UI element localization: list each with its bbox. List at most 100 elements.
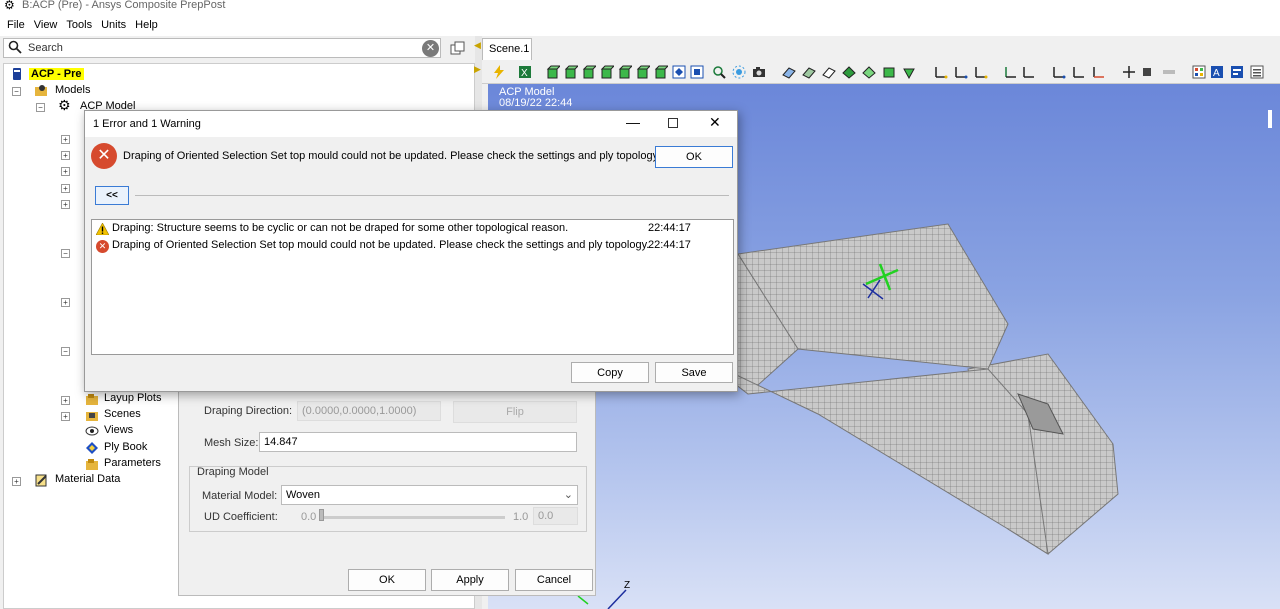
lightning-icon[interactable] [492,65,506,79]
menu-view[interactable]: View [31,16,64,36]
solid-display-icon[interactable] [882,65,896,79]
tree-scenes[interactable]: Scenes [104,408,141,420]
direction-icon[interactable] [1052,65,1066,79]
zoom-icon[interactable] [712,65,726,79]
collapse-node-icon[interactable]: − [61,249,70,258]
collapse-details-button[interactable]: << [95,186,129,205]
collapse-node-icon[interactable]: − [61,347,70,356]
fit-view-icon[interactable] [672,65,686,79]
axis-xy-icon[interactable] [934,65,948,79]
light-icon[interactable] [732,65,746,79]
zoom-box-icon[interactable] [690,65,704,79]
tree-ply-book[interactable]: Ply Book [104,441,147,453]
draping-direction-field: (0.0000,0.0000,1.0000) [297,401,441,421]
tree-layup-plots[interactable]: Layup Plots [104,392,161,404]
mesh-size-label: Mesh Size: [204,437,259,449]
material-model-select[interactable]: Woven ⌄ [281,485,578,505]
list-view-icon[interactable] [1250,65,1264,79]
expand-node-icon[interactable]: + [61,151,70,160]
rosette-icon[interactable] [1004,65,1018,79]
error-small-icon: ✕ [96,240,109,253]
normal-direction-icon[interactable] [1092,65,1106,79]
splitter-arrow-icon[interactable]: ▶ [474,64,481,75]
ud-coefficient-field: 0.0 [533,507,578,525]
log-row-warning[interactable]: Draping: Structure seems to be cyclic or… [96,222,726,238]
menu-file[interactable]: File [4,16,31,36]
view-front-icon[interactable] [564,65,578,79]
minimize-icon[interactable]: — [626,114,640,130]
camera-icon[interactable] [752,65,766,79]
menu-units[interactable]: Units [98,16,132,36]
props-apply-button[interactable]: Apply [431,569,509,591]
mesh-size-input[interactable]: 14.847 [259,432,577,452]
tree-parameters[interactable]: Parameters [104,457,161,469]
ud-coefficient-slider[interactable] [319,516,505,519]
fiber-display-icon[interactable] [902,65,916,79]
dialog-ok-button[interactable]: OK [655,146,733,168]
surface-display-icon[interactable] [802,65,816,79]
triad-icon[interactable] [1122,65,1136,79]
expand-scenes-icon[interactable]: + [61,412,70,421]
excel-export-icon[interactable]: X [518,65,532,79]
collapse-acp-model-icon[interactable]: − [36,103,45,112]
view-back-icon[interactable] [582,65,596,79]
expand-layup-plots-icon[interactable]: + [61,396,70,405]
props-cancel-button[interactable]: Cancel [515,569,593,591]
shaded-icon[interactable] [842,65,856,79]
expand-node-icon[interactable]: + [61,200,70,209]
save-button[interactable]: Save [655,362,733,383]
rosette-alt-icon[interactable] [1022,65,1036,79]
menu-tools[interactable]: Tools [63,16,98,36]
mesh-display-icon[interactable] [782,65,796,79]
chip-icon[interactable] [1140,65,1154,79]
view-left-icon[interactable] [600,65,614,79]
search-icon [8,40,22,54]
tab-scene-1[interactable]: Scene.1 [482,38,532,60]
axis-xz-icon[interactable] [954,65,968,79]
tree-views[interactable]: Views [104,424,133,436]
expand-node-icon[interactable]: + [61,184,70,193]
tree-root-acp-pre[interactable]: ACP - Pre [29,68,84,80]
parameters-folder-icon [86,459,98,470]
log-error-text: Draping of Oriented Selection Set top mo… [112,239,650,251]
props-ok-button[interactable]: OK [348,569,426,591]
float-window-icon[interactable] [450,40,466,56]
expand-material-data-icon[interactable]: + [12,477,21,486]
ud-slider-handle[interactable] [319,509,324,521]
info-panel-icon[interactable] [1230,65,1244,79]
view-top-icon[interactable] [636,65,650,79]
axis-yz-icon[interactable] [974,65,988,79]
menu-help[interactable]: Help [132,16,164,36]
clear-search-icon[interactable]: ✕ [422,40,439,57]
dialog-divider [135,195,729,196]
maximize-icon[interactable] [668,118,678,128]
expand-node-icon[interactable]: + [61,298,70,307]
view-bottom-icon[interactable] [654,65,668,79]
grid-icon[interactable] [1162,65,1176,79]
expand-node-icon[interactable]: + [61,135,70,144]
window-title: B:ACP (Pre) - Ansys Composite PrepPost [22,0,226,11]
wireframe-icon[interactable] [822,65,836,79]
close-icon[interactable]: ✕ [709,114,721,131]
tree-material-data[interactable]: Material Data [55,473,120,485]
ud-coefficient-label: UD Coefficient: [204,511,278,523]
collapse-models-icon[interactable]: − [12,87,21,96]
material-model-label: Material Model: [202,490,278,502]
view-iso-icon[interactable] [546,65,560,79]
search-input[interactable]: Search ✕ [3,38,441,58]
tree-models[interactable]: Models [55,84,90,96]
ply-display-icon[interactable] [862,65,876,79]
svg-text:X: X [521,68,528,79]
views-eye-icon [85,426,99,436]
draping-model-group-title: Draping Model [197,466,269,478]
annotation-icon[interactable]: A [1210,65,1224,79]
expand-node-icon[interactable]: + [61,167,70,176]
log-warning-text: Draping: Structure seems to be cyclic or… [112,222,569,234]
copy-button[interactable]: Copy [571,362,649,383]
flip-button[interactable]: Flip [453,401,577,423]
direction-alt-icon[interactable] [1072,65,1086,79]
splitter-arrow-icon[interactable]: ◀ [474,40,481,51]
log-row-error[interactable]: ✕ Draping of Oriented Selection Set top … [96,239,726,255]
view-right-icon[interactable] [618,65,632,79]
legend-icon[interactable] [1192,65,1206,79]
